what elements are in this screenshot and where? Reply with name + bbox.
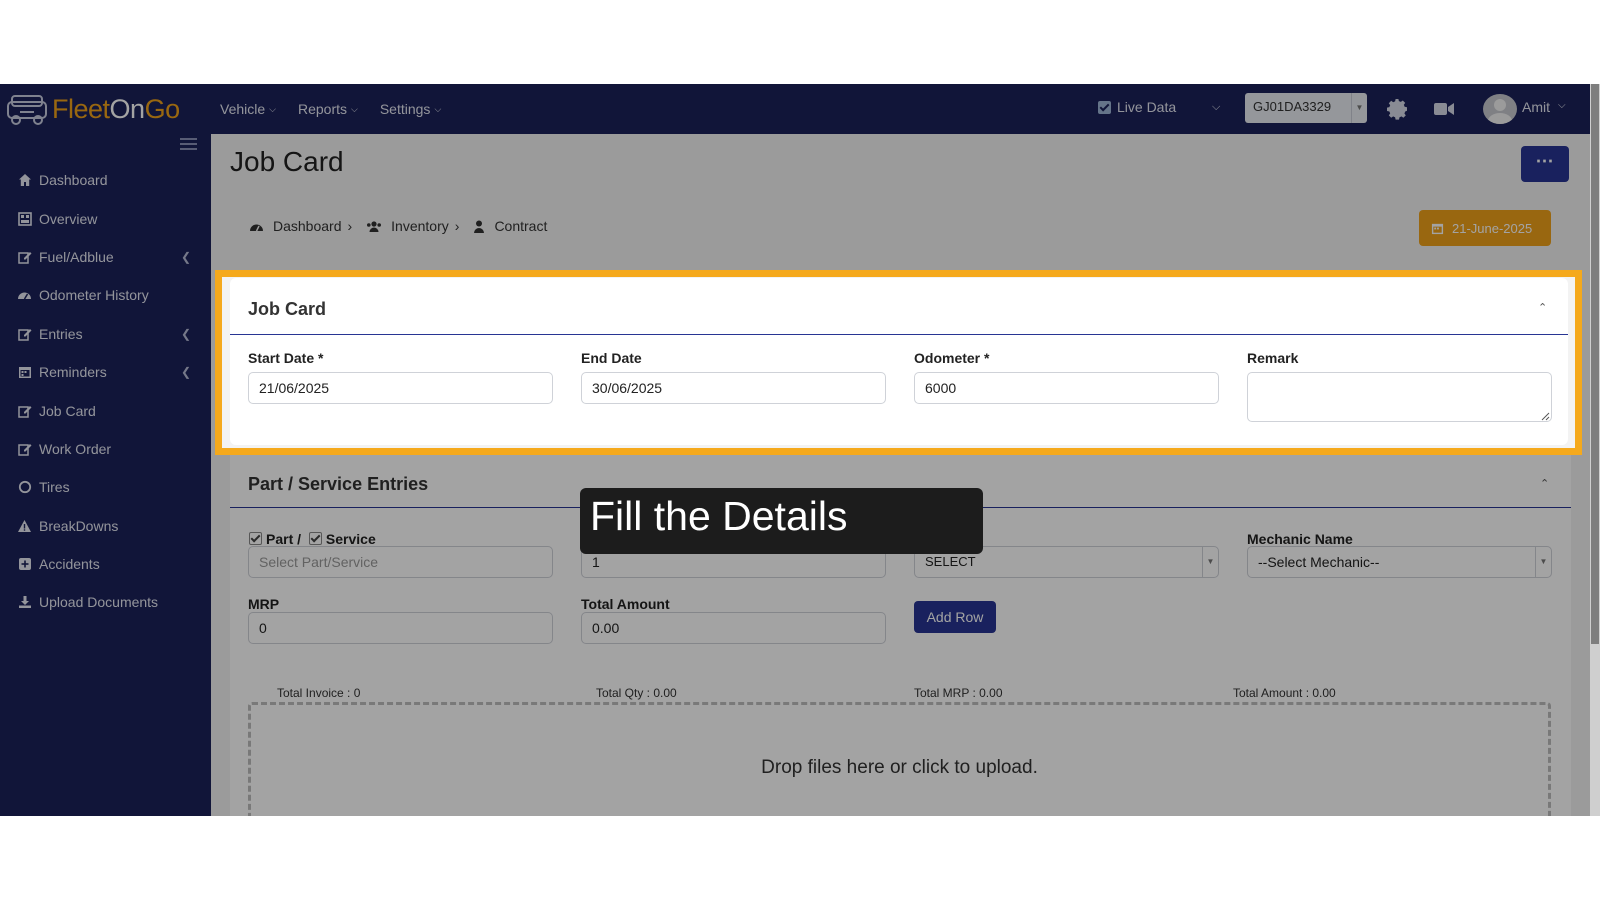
job-card-card: Job Card ⌃ Start Date * 21/06/2025 End D… (230, 278, 1568, 445)
resize-handle-icon[interactable] (1541, 412, 1550, 421)
highlight-frame: Job Card ⌃ Start Date * 21/06/2025 End D… (215, 270, 1582, 455)
odometer-input[interactable]: 6000 (914, 372, 1219, 404)
odometer-label: Odometer * (914, 350, 990, 366)
start-date-input[interactable]: 21/06/2025 (248, 372, 553, 404)
end-date-label: End Date (581, 350, 642, 366)
card-divider (230, 334, 1568, 335)
remark-label: Remark (1247, 350, 1299, 366)
app-window: FleetOnGo Vehicle ⌵ Reports ⌵ Settings ⌵ Li… (0, 84, 1600, 816)
page-scrollbar[interactable] (1590, 84, 1600, 816)
start-date-label: Start Date * (248, 350, 324, 366)
end-date-input[interactable]: 30/06/2025 (581, 372, 886, 404)
job-card-card-title: Job Card (248, 299, 327, 319)
remark-textarea[interactable] (1247, 372, 1552, 422)
chevron-up-icon[interactable]: ⌃ (1538, 301, 1547, 314)
tutorial-tooltip: Fill the Details (580, 488, 983, 554)
